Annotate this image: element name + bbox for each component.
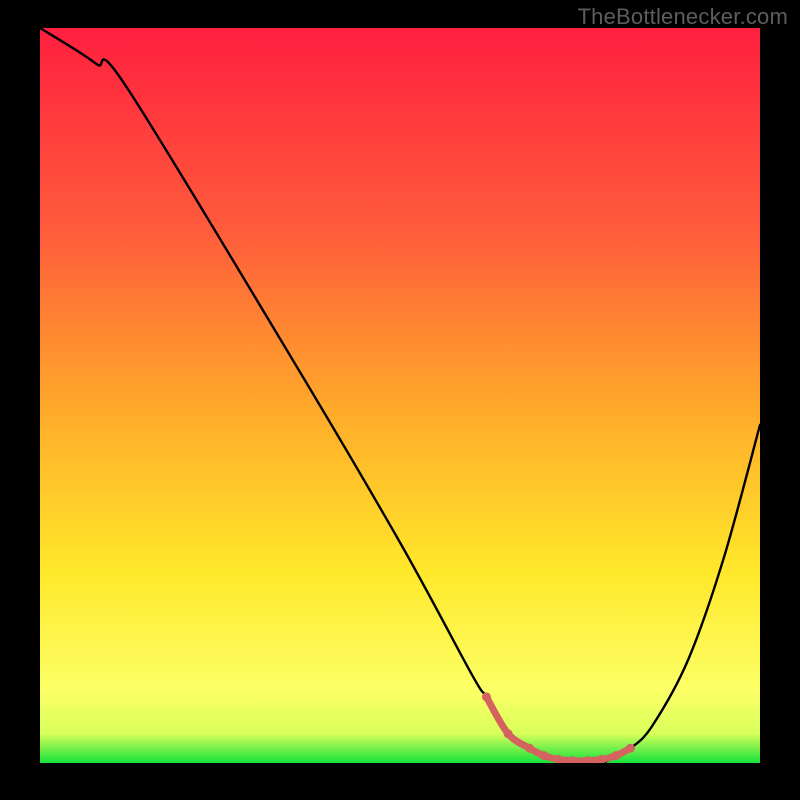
chart-stage: TheBottlenecker.com	[0, 0, 800, 800]
optimal-point-dot	[504, 729, 513, 738]
optimal-point-dot	[525, 744, 534, 753]
plot-frame	[40, 28, 760, 763]
optimal-point-dot	[540, 751, 549, 760]
optimal-point-dot	[482, 692, 491, 701]
optimal-point-dot	[626, 744, 635, 753]
gradient-background	[40, 28, 760, 763]
optimal-point-dot	[612, 751, 621, 760]
bottleneck-chart-svg	[40, 28, 760, 763]
watermark-text: TheBottlenecker.com	[578, 4, 788, 30]
